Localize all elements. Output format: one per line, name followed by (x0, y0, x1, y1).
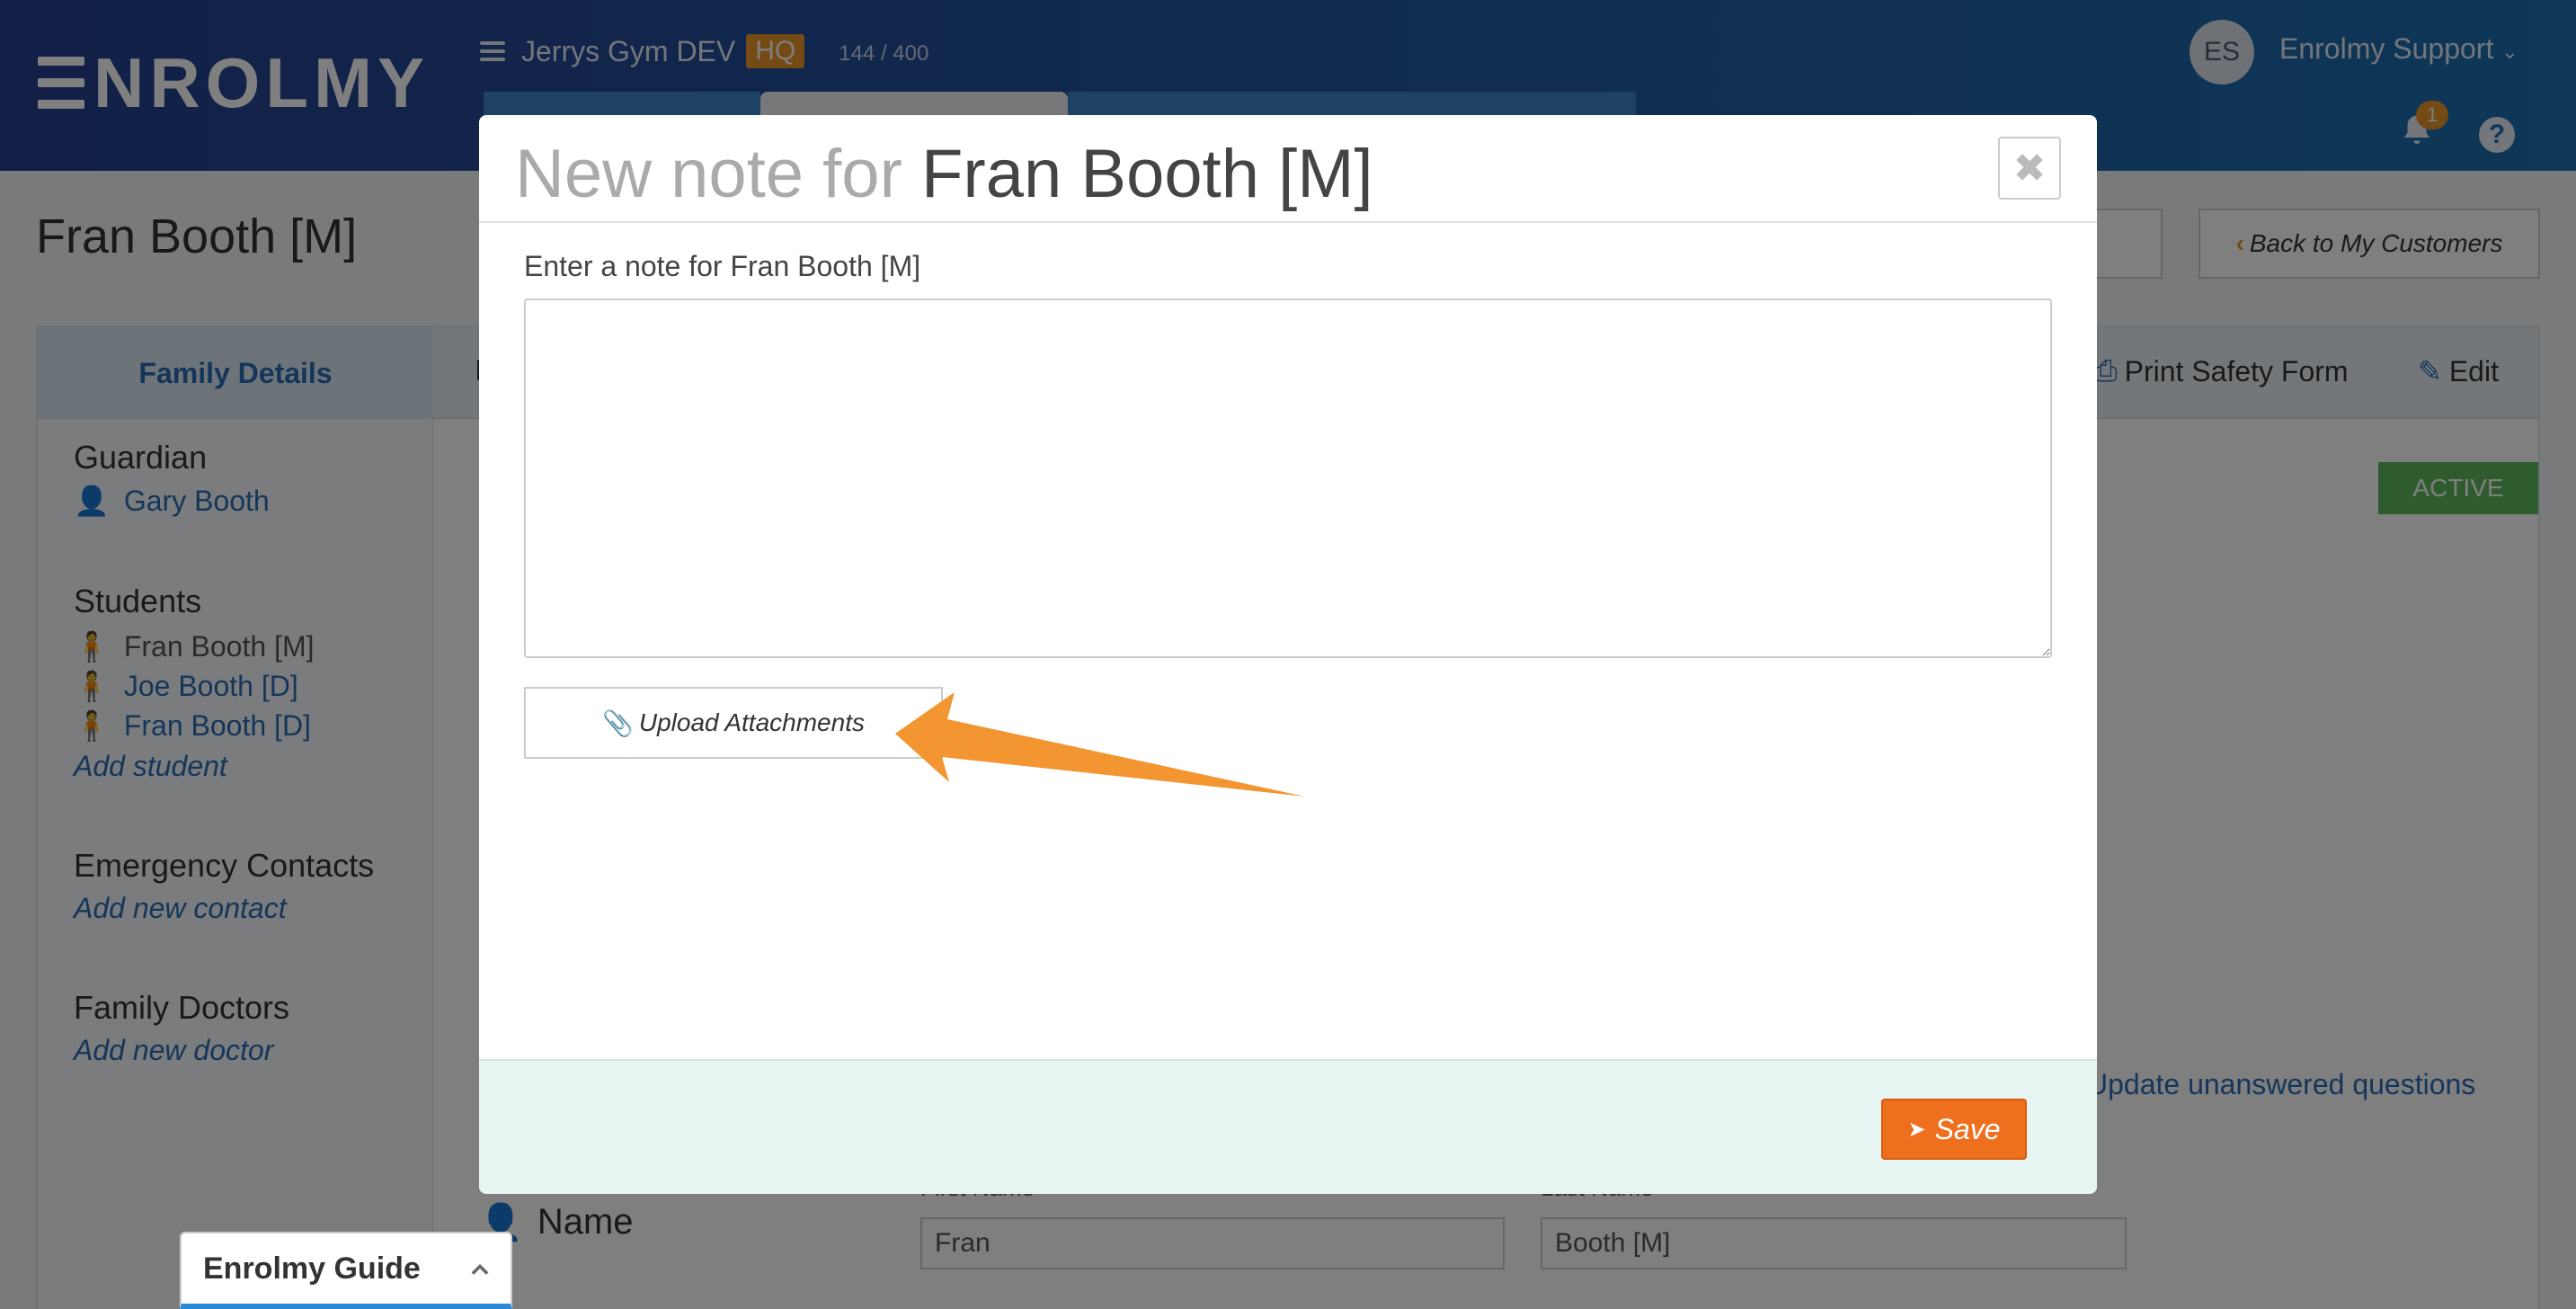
modal-title-prefix: New note for (515, 136, 921, 212)
modal-title-name: Fran Booth [M] (921, 136, 1373, 212)
note-label: Enter a note for Fran Booth [M] (524, 250, 921, 282)
chevron-up-icon[interactable] (467, 1257, 493, 1282)
note-textarea[interactable] (524, 298, 2052, 658)
upload-attachments-button[interactable]: 📎 Upload Attachments (524, 687, 943, 759)
annotation-arrow-icon (895, 692, 1305, 797)
new-note-modal: New note for Fran Booth [M] ✖ Enter a no… (479, 115, 2097, 1194)
save-button[interactable]: ➤ Save (1881, 1099, 2027, 1160)
send-arrow-icon: ➤ (1907, 1117, 1926, 1142)
modal-header: New note for Fran Booth [M] ✖ (479, 115, 2097, 223)
enrolmy-guide-widget[interactable]: Enrolmy Guide (180, 1232, 512, 1309)
paperclip-icon: 📎 (602, 708, 634, 737)
close-icon[interactable]: ✖ (1998, 137, 2061, 200)
guide-label: Enrolmy Guide (203, 1251, 421, 1286)
modal-footer (479, 1059, 2097, 1194)
modal-title: New note for Fran Booth [M] (515, 135, 1373, 213)
upload-label: Upload Attachments (638, 708, 865, 736)
save-label: Save (1934, 1112, 2001, 1145)
